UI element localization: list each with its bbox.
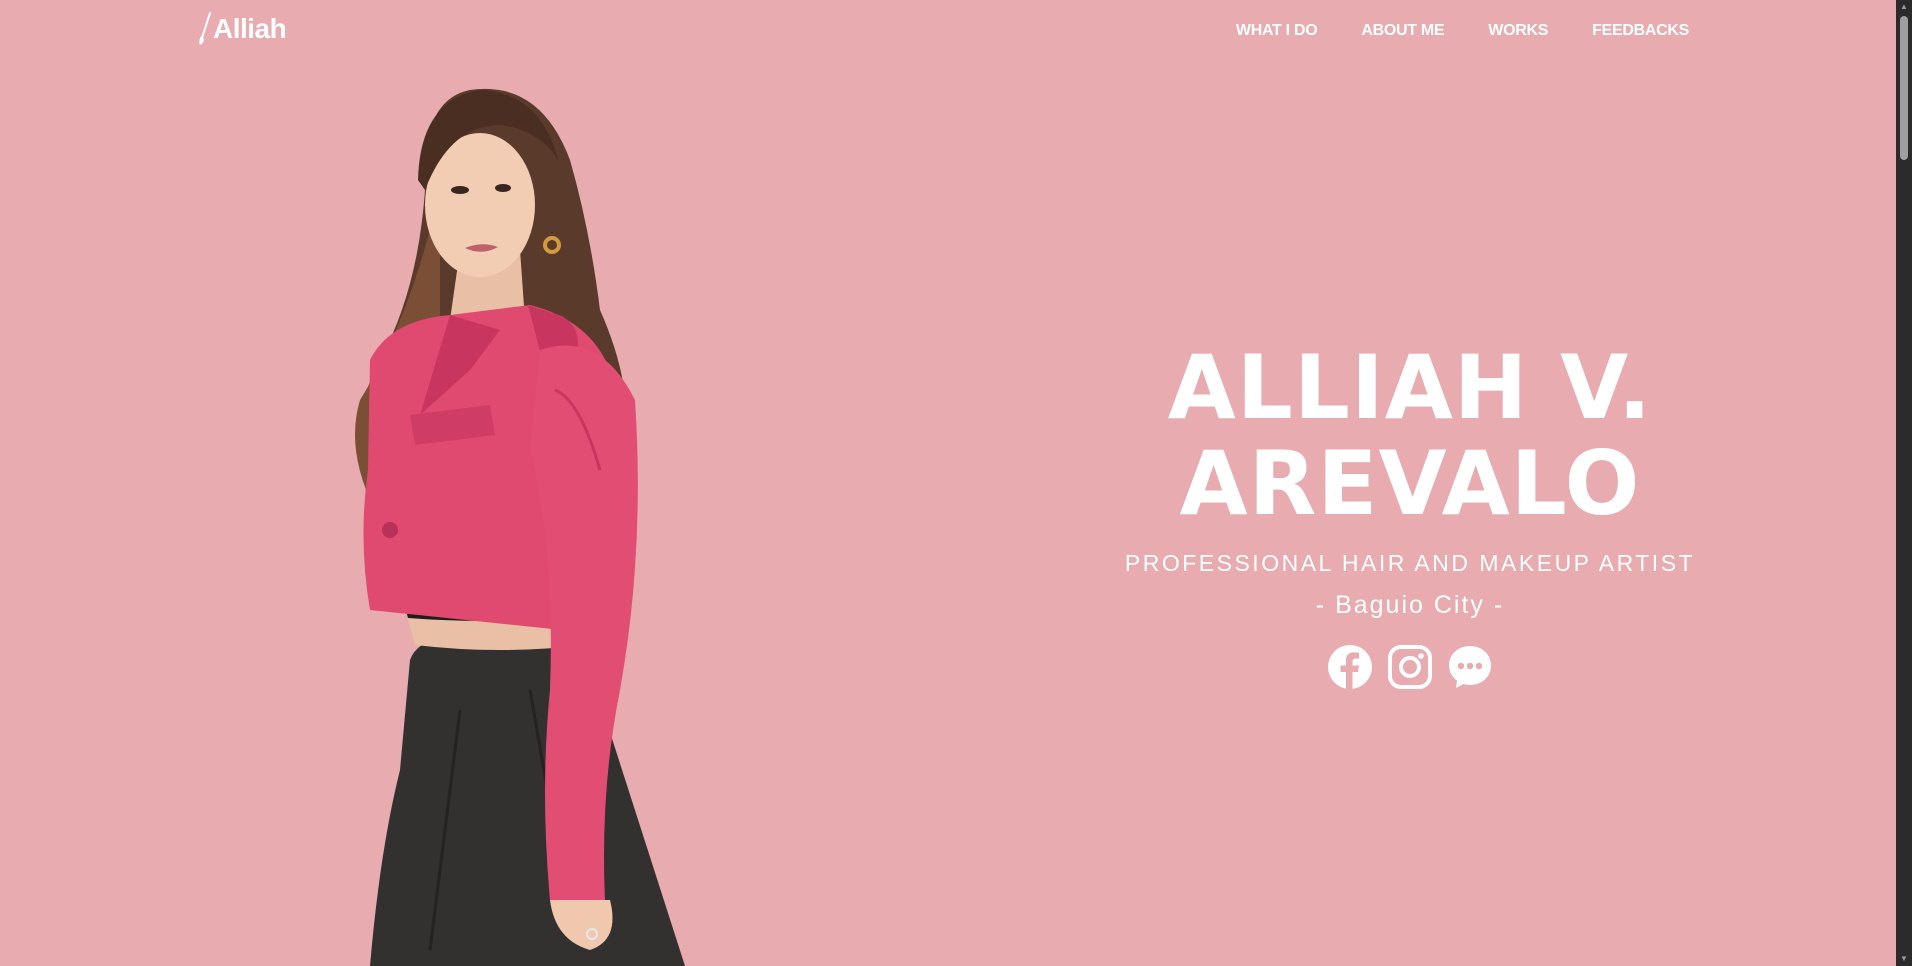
scrollbar-thumb[interactable] <box>1900 16 1908 160</box>
portrait-image <box>355 88 685 966</box>
nav-link-what-i-do[interactable]: WHAT I DO <box>1236 22 1318 40</box>
brush-icon <box>199 12 211 45</box>
navbar: Alliah WHAT I DO ABOUT ME WORKS FEEDBACK… <box>0 0 1896 62</box>
hero-title: PROFESSIONAL HAIR AND MAKEUP ARTIST <box>1124 550 1696 576</box>
facebook-icon[interactable] <box>1327 644 1373 690</box>
page: Alliah WHAT I DO ABOUT ME WORKS FEEDBACK… <box>0 0 1912 966</box>
messenger-icon[interactable] <box>1447 644 1493 690</box>
logo-text: Alliah <box>213 13 287 44</box>
nav-links: WHAT I DO ABOUT ME WORKS FEEDBACKS <box>1236 22 1689 40</box>
hero-name-line1: ALLIAH V. <box>1167 336 1653 439</box>
nav-link-about-me[interactable]: ABOUT ME <box>1361 22 1444 40</box>
social-links <box>1100 644 1720 690</box>
logo-link[interactable]: Alliah <box>198 12 287 46</box>
scroll-down-arrow-icon[interactable]: ▼ <box>1896 952 1912 966</box>
hero-name-line2: AREVALO <box>1179 432 1641 535</box>
instagram-icon[interactable] <box>1387 644 1433 690</box>
hero-location: - Baguio City - <box>1315 591 1505 619</box>
hero: ALLIAH V. AREVALO PROFESSIONAL HAIR AND … <box>1100 340 1720 690</box>
hero-name: ALLIAH V. AREVALO <box>1100 340 1720 532</box>
nav-link-works[interactable]: WORKS <box>1488 22 1548 40</box>
nav-link-feedbacks[interactable]: FEEDBACKS <box>1592 22 1689 40</box>
scroll-up-arrow-icon[interactable]: ▲ <box>1896 0 1912 14</box>
scrollbar[interactable]: ▲ ▼ <box>1896 0 1912 966</box>
